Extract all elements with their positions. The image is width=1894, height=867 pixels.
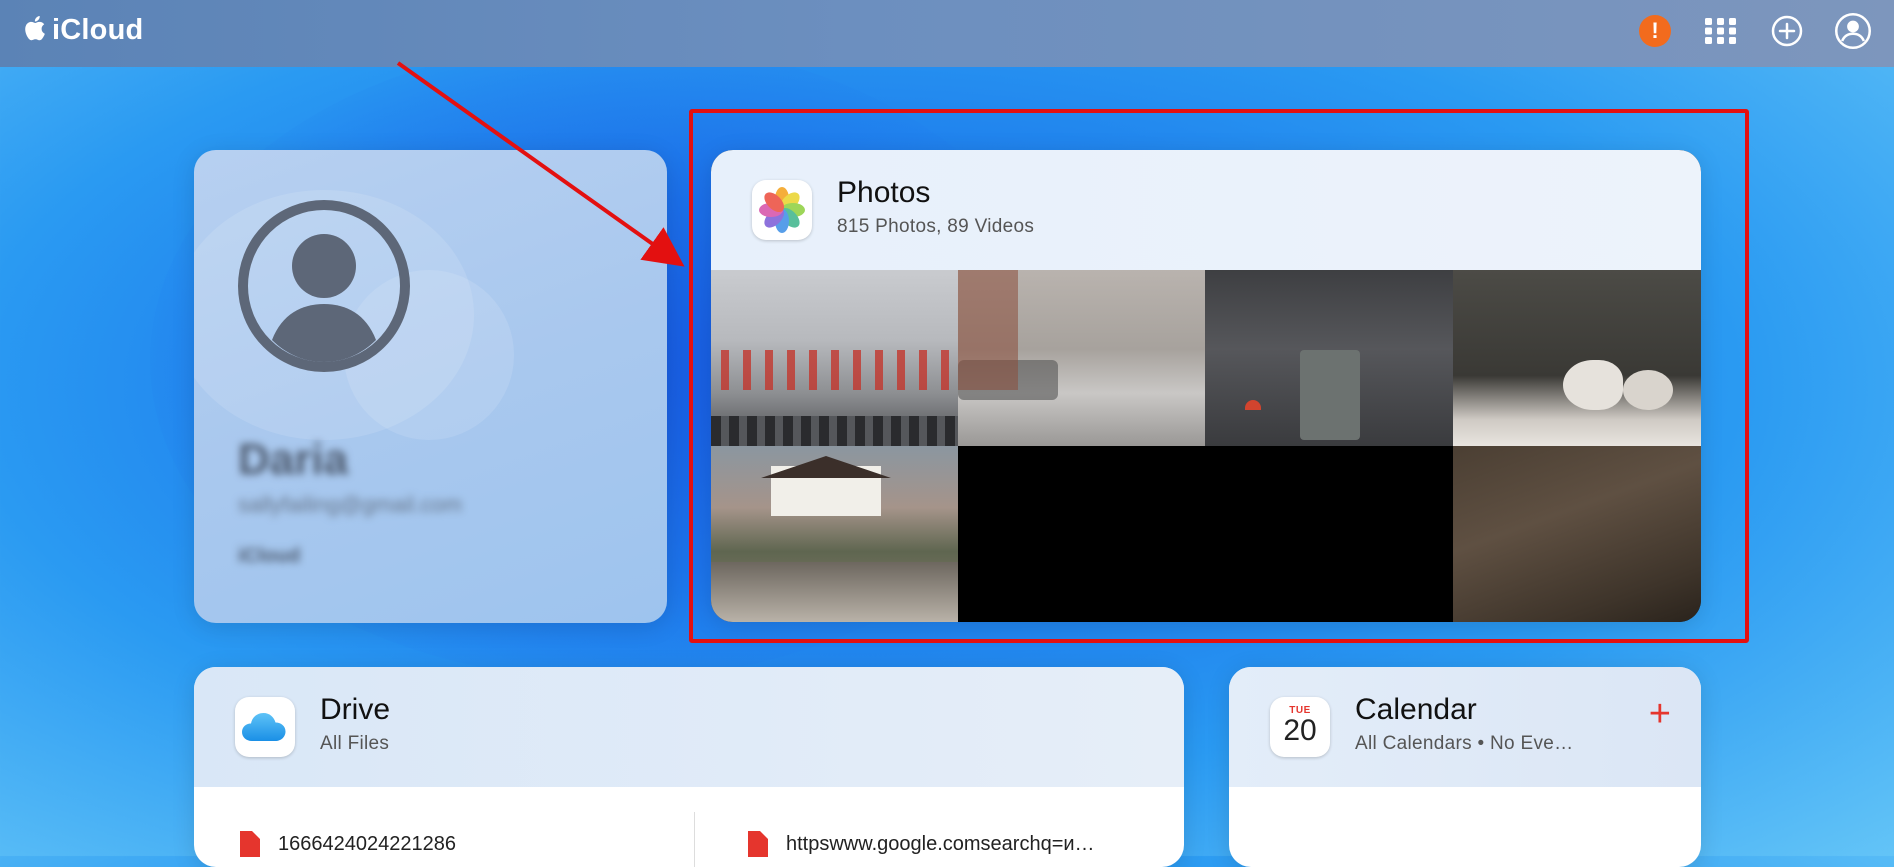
top-icons: !	[1636, 12, 1872, 50]
profile-name: Daria	[238, 435, 349, 484]
app-grid-button[interactable]	[1702, 12, 1740, 50]
calendar-app-icon: TUE 20	[1270, 697, 1330, 757]
drive-header: Drive All Files	[194, 667, 1184, 787]
add-button[interactable]	[1768, 12, 1806, 50]
drive-title: Drive	[320, 693, 391, 726]
alert-icon: !	[1639, 15, 1671, 47]
icloud-brand[interactable]: iCloud	[22, 14, 143, 47]
brand-label: iCloud	[52, 14, 144, 46]
highlight-box	[689, 109, 1749, 643]
profile-email: sallyfailing@gmail.com	[238, 492, 463, 517]
profile-plan: iCloud	[238, 545, 301, 567]
profile-card[interactable]: Daria sallyfailing@gmail.com iCloud	[194, 150, 667, 623]
drive-subtitle: All Files	[320, 733, 390, 754]
calendar-card[interactable]: TUE 20 Calendar All Calendars • No Eve… …	[1229, 667, 1701, 867]
drive-app-icon	[235, 697, 295, 757]
calendar-subtitle: All Calendars • No Eve…	[1355, 733, 1574, 754]
top-bar: iCloud !	[0, 0, 1894, 67]
file-item[interactable]: httpswww.google.comsearchq=и…	[746, 831, 1095, 857]
alert-button[interactable]: !	[1636, 12, 1674, 50]
file-item[interactable]: 1666424024221286	[238, 831, 456, 857]
divider	[694, 812, 695, 867]
cloud-icon	[242, 713, 286, 741]
pdf-file-icon	[240, 831, 260, 857]
account-button[interactable]	[1834, 12, 1872, 50]
calendar-date: 20	[1283, 714, 1317, 747]
account-icon	[1834, 12, 1872, 50]
pdf-file-icon	[748, 831, 768, 857]
drive-card[interactable]: Drive All Files 1666424024221286 httpsww…	[194, 667, 1184, 867]
calendar-title: Calendar	[1355, 693, 1477, 726]
avatar	[238, 200, 410, 377]
add-icon	[1771, 15, 1803, 47]
file-name: httpswww.google.comsearchq=и…	[786, 832, 1095, 855]
add-event-button[interactable]: +	[1649, 695, 1671, 733]
calendar-header: TUE 20 Calendar All Calendars • No Eve… …	[1229, 667, 1701, 787]
avatar-icon	[238, 200, 410, 372]
apple-logo-icon	[22, 14, 46, 47]
file-name: 1666424024221286	[278, 832, 456, 855]
app-grid-icon	[1705, 18, 1736, 44]
